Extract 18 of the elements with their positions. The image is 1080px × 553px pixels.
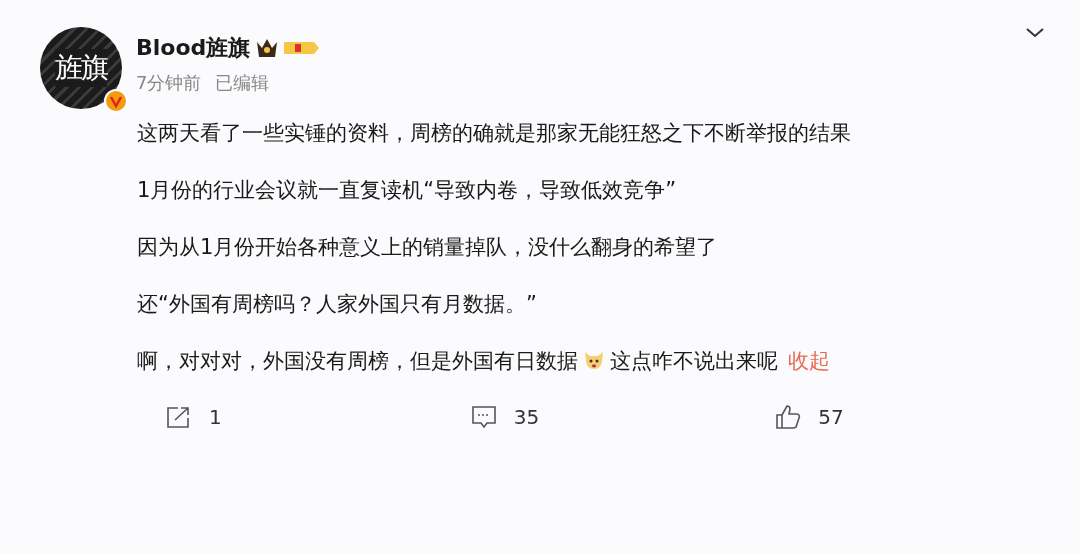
comment-icon[interactable]	[470, 405, 497, 429]
action-count: 57	[818, 405, 844, 429]
thumbs-up-icon[interactable]	[775, 404, 802, 430]
author-name[interactable]: Blood旌旗	[136, 33, 251, 63]
post-paragraph: 这两天看了一些实锤的资料，周榜的确就是那家无能狂怒之下不断举报的结果	[137, 121, 852, 145]
edited-label: 已编辑	[215, 71, 270, 95]
post-paragraph: 还“外国有周榜吗？人家外国只有月数据。”	[137, 292, 538, 316]
action-count: 35	[513, 405, 540, 429]
post-paragraph: 1月份的行业会议就一直复读机“导致内卷，导致低效竞争”	[137, 178, 678, 202]
action-count: 1	[209, 405, 222, 429]
crown-icon	[255, 37, 280, 59]
share-icon[interactable]	[166, 405, 192, 429]
post-text: 这点咋不说出来呢	[610, 349, 778, 373]
post-paragraph: 因为从1月份开始各种意义上的销量掉队，没什么翻身的希望了	[137, 235, 719, 259]
post-time: 7分钟前	[136, 71, 202, 95]
menu-caret-icon[interactable]	[1026, 28, 1044, 38]
post-text: 啊，对对对，外国没有周榜，但是外国有日数据	[137, 349, 578, 373]
avatar[interactable]: 旌旗	[40, 27, 122, 109]
